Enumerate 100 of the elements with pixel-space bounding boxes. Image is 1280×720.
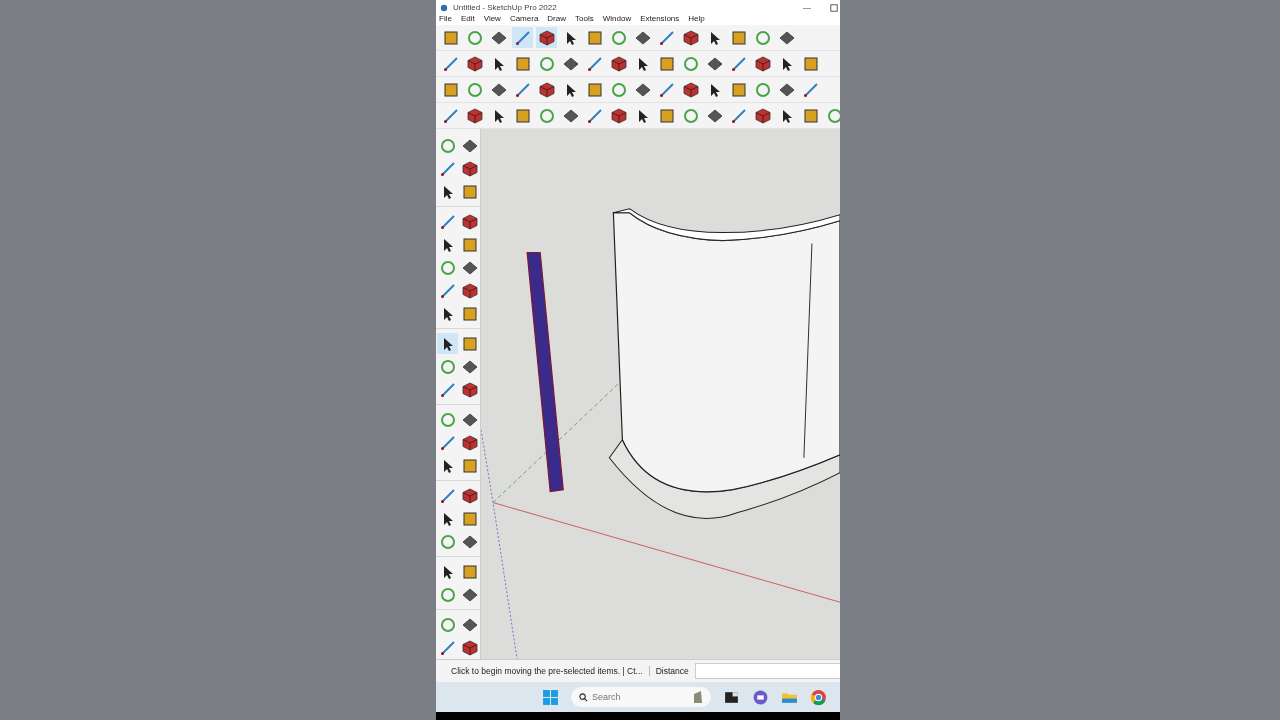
search-bar[interactable]: Search [571,687,711,707]
measurement-label: Distance [648,666,689,676]
model-viewport[interactable] [481,129,840,659]
windows-start-icon[interactable] [542,688,559,706]
cube-icon [466,55,483,72]
menu-item[interactable]: Edit [460,14,475,23]
diamond-icon [461,259,478,276]
line-icon [586,107,603,124]
line-icon [439,213,456,230]
menu-item[interactable]: Camera [509,14,539,23]
square-icon [461,335,478,352]
circle-icon [538,55,555,72]
diamond-icon [778,29,795,46]
square-icon [514,55,531,72]
circle-icon [439,586,456,603]
building-icon [693,690,703,704]
cube-icon [461,381,478,398]
square-icon [730,29,747,46]
cube-icon [610,107,627,124]
circle-icon [439,616,456,633]
diamond-icon [778,81,795,98]
line-icon [439,160,456,177]
diamond-icon [461,533,478,550]
line-icon [439,639,456,656]
cube-icon [682,29,699,46]
square-icon [586,81,603,98]
line-icon [442,107,459,124]
line-icon [439,282,456,299]
square-icon [658,107,675,124]
circle-icon [439,358,456,375]
diamond-icon [706,55,723,72]
square-icon [514,107,531,124]
cube-icon [461,160,478,177]
menu-item[interactable]: Help [688,14,705,23]
square-icon [658,55,675,72]
circle-icon [610,81,627,98]
square-icon [586,29,603,46]
line-icon [730,107,747,124]
square-icon [802,107,819,124]
line-icon [658,81,675,98]
toolbar-button[interactable] [536,27,557,48]
status-message: Click to begin moving the pre-selected items. | Ct... [451,666,643,676]
square-icon [442,81,459,98]
line-icon [658,29,675,46]
diamond-icon [634,81,651,98]
diamond-icon [562,55,579,72]
menu-item[interactable]: Tools [575,14,594,23]
diamond-icon [706,107,723,124]
search-input[interactable]: Search [592,692,689,702]
menu-item[interactable]: Window [602,14,632,23]
cube-icon [461,487,478,504]
square-icon [461,457,478,474]
circle-icon [466,29,483,46]
circle-icon [682,107,699,124]
maximize-icon[interactable] [830,4,838,12]
menu-item[interactable]: File [439,14,452,23]
square-icon [442,29,459,46]
cube-icon [754,107,771,124]
window-title: Untitled - SketchUp Pro 2022 [453,3,557,12]
line-icon [439,487,456,504]
square-icon [461,183,478,200]
line-icon [730,55,747,72]
square-icon [802,55,819,72]
circle-icon [538,107,555,124]
square-icon [461,510,478,527]
cube-icon [461,434,478,451]
chat-icon[interactable] [752,688,769,706]
search-icon [579,692,588,702]
cube-icon [538,81,555,98]
square-icon [730,81,747,98]
square-icon [461,236,478,253]
diamond-icon [461,411,478,428]
circle-icon [439,259,456,276]
circle-icon [439,411,456,428]
square-icon [461,305,478,322]
line-icon [514,29,531,46]
cube-icon [461,213,478,230]
diamond-icon [634,29,651,46]
square-icon [461,563,478,580]
tool-button[interactable] [437,333,458,354]
diamond-icon [461,358,478,375]
diamond-icon [562,107,579,124]
browser-icon[interactable] [810,688,827,706]
cube-icon [461,282,478,299]
line-icon [442,55,459,72]
line-icon [802,81,819,98]
cube-icon [754,55,771,72]
diamond-icon [490,81,507,98]
cube-icon [538,29,555,46]
menu-item[interactable]: View [483,14,501,23]
line-icon [514,81,531,98]
menu-item[interactable]: Draw [547,14,566,23]
line-icon [586,55,603,72]
measurement-field[interactable] [694,663,840,679]
cube-icon [682,81,699,98]
menu-item[interactable]: Extensions [640,14,680,23]
line-icon [439,434,456,451]
diamond-icon [461,586,478,603]
minimize-button[interactable]: — [789,3,825,12]
line-icon [439,381,456,398]
